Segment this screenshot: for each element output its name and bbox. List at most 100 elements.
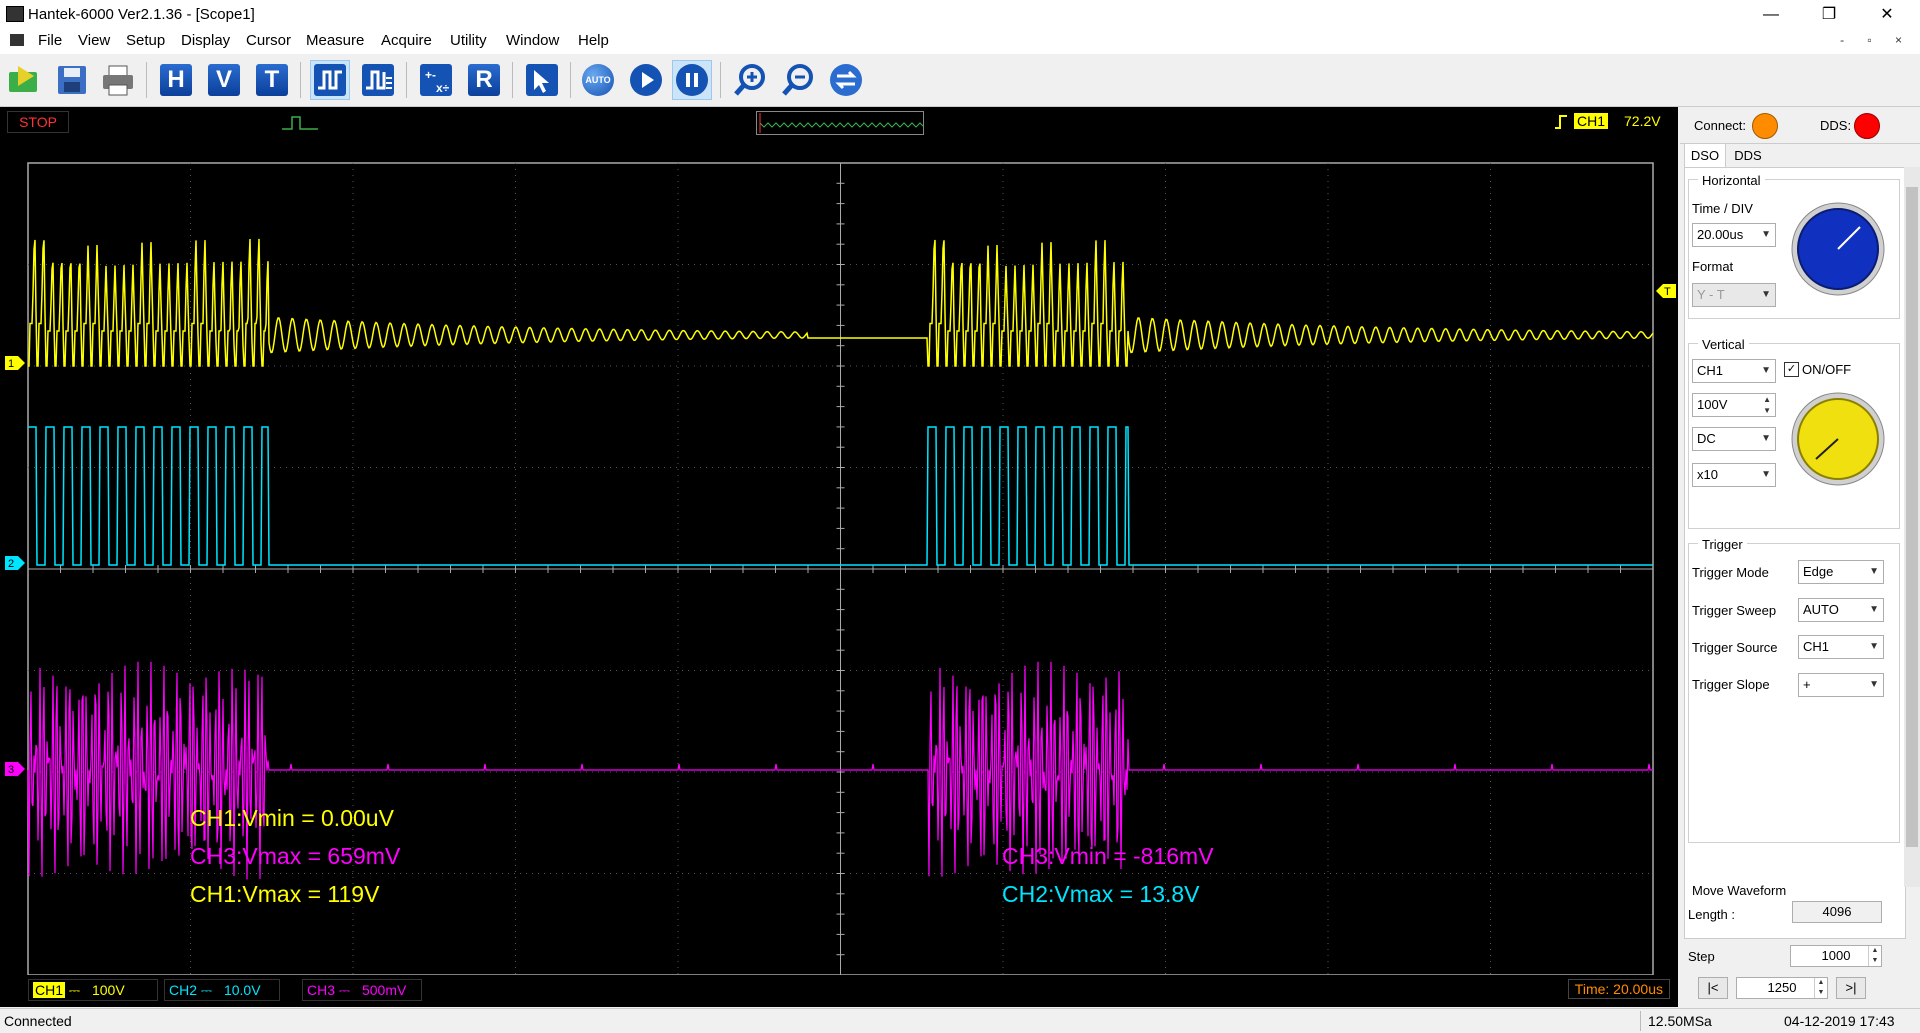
menu-window[interactable]: Window	[506, 32, 559, 49]
svg-text:2: 2	[8, 558, 14, 570]
time-div-select[interactable]: 20.00us ▼	[1692, 223, 1776, 247]
minimize-button[interactable]: —	[1748, 0, 1794, 30]
sample-rate: 12.50MSa	[1648, 1013, 1712, 1029]
scope-status-row: STOP CH1 72.2V	[0, 107, 1678, 137]
waveform-overview[interactable]	[756, 111, 924, 135]
menu-cursor[interactable]: Cursor	[246, 32, 291, 49]
menu-bar: File View Setup Display Cursor Measure A…	[0, 30, 1920, 54]
trigger-source-select[interactable]: CH1 ▼	[1798, 635, 1884, 659]
trigger-mode-select[interactable]: Edge ▼	[1798, 560, 1884, 584]
menu-view[interactable]: View	[78, 32, 110, 49]
app-icon	[6, 6, 24, 22]
control-panel: Connect: DDS: DSO DDS Horizontal Time / …	[1680, 107, 1920, 1007]
horizontal-title: Horizontal	[1698, 173, 1765, 188]
menu-file[interactable]: File	[38, 32, 62, 49]
save-button[interactable]	[52, 60, 92, 100]
trigger-info: CH1 72.2V	[1548, 111, 1674, 133]
ch2-marker[interactable]: 2	[4, 555, 26, 571]
coupling-select[interactable]: DC ▼	[1692, 427, 1776, 451]
menu-display[interactable]: Display	[181, 32, 230, 49]
trigger-mode-label: Trigger Mode	[1692, 565, 1769, 580]
trigger-title: Trigger	[1698, 537, 1747, 552]
open-button[interactable]	[4, 60, 44, 100]
ch1-scale: 100V	[91, 982, 125, 998]
v-icon: V	[208, 64, 240, 96]
math-icon: +-x÷	[420, 64, 452, 96]
close-button[interactable]: ✕	[1864, 0, 1910, 30]
connect-indicator-icon	[1752, 113, 1778, 139]
move-waveform-title: Move Waveform	[1692, 883, 1787, 898]
mdi-controls[interactable]: - ▫ ×	[1840, 33, 1912, 47]
svg-text:T: T	[1664, 286, 1671, 298]
ch1-marker[interactable]: 1	[4, 355, 26, 371]
restore-button[interactable]: ❐	[1806, 0, 1852, 30]
zoom-in-button[interactable]	[730, 60, 770, 100]
vertical-channel-select[interactable]: CH1 ▼	[1692, 359, 1776, 383]
menu-utility[interactable]: Utility	[450, 32, 487, 49]
position-spinner[interactable]: 1250 ▲ ▼	[1736, 977, 1828, 999]
zoom-in-icon	[734, 64, 765, 96]
measure-pulse-button[interactable]	[358, 60, 398, 100]
print-button[interactable]	[98, 60, 138, 100]
format-label: Format	[1692, 259, 1734, 274]
measure-pulse-icon	[362, 64, 394, 96]
zoom-out-button[interactable]	[778, 60, 818, 100]
menu-measure[interactable]: Measure	[306, 32, 364, 49]
pointer-icon	[526, 64, 558, 96]
onoff-label: ON/OFF	[1802, 362, 1852, 377]
swap-button[interactable]	[826, 60, 866, 100]
svg-text:1: 1	[8, 358, 14, 370]
connect-label: Connect:	[1694, 118, 1747, 133]
menu-help[interactable]: Help	[578, 32, 609, 49]
date-time: 04-12-2019 17:43	[1784, 1013, 1895, 1029]
trigger-level: 72.2V	[1624, 113, 1661, 129]
dc-icon: ⎓	[200, 982, 216, 998]
stop-button[interactable]	[672, 60, 712, 100]
menu-acquire[interactable]: Acquire	[381, 32, 432, 49]
format-select[interactable]: Y - T ▼	[1692, 283, 1776, 307]
trigger-level-marker[interactable]: T	[1655, 283, 1677, 299]
time-div-knob[interactable]	[1788, 199, 1888, 299]
swap-icon	[830, 64, 862, 96]
math-button[interactable]: +- x÷	[416, 60, 456, 100]
run-state-badge: STOP	[7, 111, 69, 133]
trigger-sweep-select[interactable]: AUTO ▼	[1798, 598, 1884, 622]
cursor-button[interactable]	[522, 60, 562, 100]
measurement-ch3-vmax: CH3:Vmax = 659mV	[190, 843, 401, 869]
step-spinner[interactable]: 1000 ▲ ▼	[1790, 945, 1882, 967]
run-button[interactable]	[626, 60, 666, 100]
pulse-icon	[314, 64, 346, 96]
auto-button[interactable]: AUTO	[578, 60, 618, 100]
ch3-scale-tag[interactable]: CH3 ⎓ 500mV	[302, 979, 422, 1001]
channel-scale-bar: CH1 ⎓ 100V CH2 ⎓ 10.0V CH3 ⎓ 500mV Time:…	[0, 975, 1678, 1005]
volts-div-knob[interactable]	[1788, 389, 1888, 489]
ch3-marker[interactable]: 3	[4, 761, 26, 777]
ch3-scale: 500mV	[361, 982, 407, 998]
trigger-slope-select[interactable]: + ▼	[1798, 673, 1884, 697]
trigger-slope-label: Trigger Slope	[1692, 677, 1770, 692]
onoff-checkbox[interactable]: ✓	[1784, 362, 1799, 377]
move-last-button[interactable]: >|	[1836, 977, 1866, 999]
reference-button[interactable]: R	[464, 60, 504, 100]
horizontal-button[interactable]: H	[156, 60, 196, 100]
single-pulse-button[interactable]	[310, 60, 350, 100]
ch2-scale-tag[interactable]: CH2 ⎓ 10.0V	[164, 979, 280, 1001]
probe-select[interactable]: x10 ▼	[1692, 463, 1776, 487]
tab-dso[interactable]: DSO	[1684, 143, 1726, 168]
ch1-label: CH1	[33, 982, 66, 998]
dds-indicator-icon	[1854, 113, 1880, 139]
length-label: Length :	[1688, 907, 1735, 922]
panel-scrollbar[interactable]	[1904, 167, 1920, 887]
trigger-button[interactable]: T	[252, 60, 292, 100]
print-icon	[103, 65, 133, 96]
ch3-label: CH3	[307, 982, 336, 998]
vertical-button[interactable]: V	[204, 60, 244, 100]
window-title: Hantek-6000 Ver2.1.36 - [Scope1]	[28, 6, 255, 23]
ch1-scale-tag[interactable]: CH1 ⎓ 100V	[28, 979, 158, 1001]
move-first-button[interactable]: |<	[1698, 977, 1728, 999]
tab-dds[interactable]: DDS	[1726, 145, 1770, 167]
menu-setup[interactable]: Setup	[126, 32, 165, 49]
open-icon	[9, 66, 37, 92]
title-bar: Hantek-6000 Ver2.1.36 - [Scope1] — ❐ ✕	[0, 0, 1920, 30]
volts-div-spinner[interactable]: 100V ▲ ▼	[1692, 393, 1776, 417]
